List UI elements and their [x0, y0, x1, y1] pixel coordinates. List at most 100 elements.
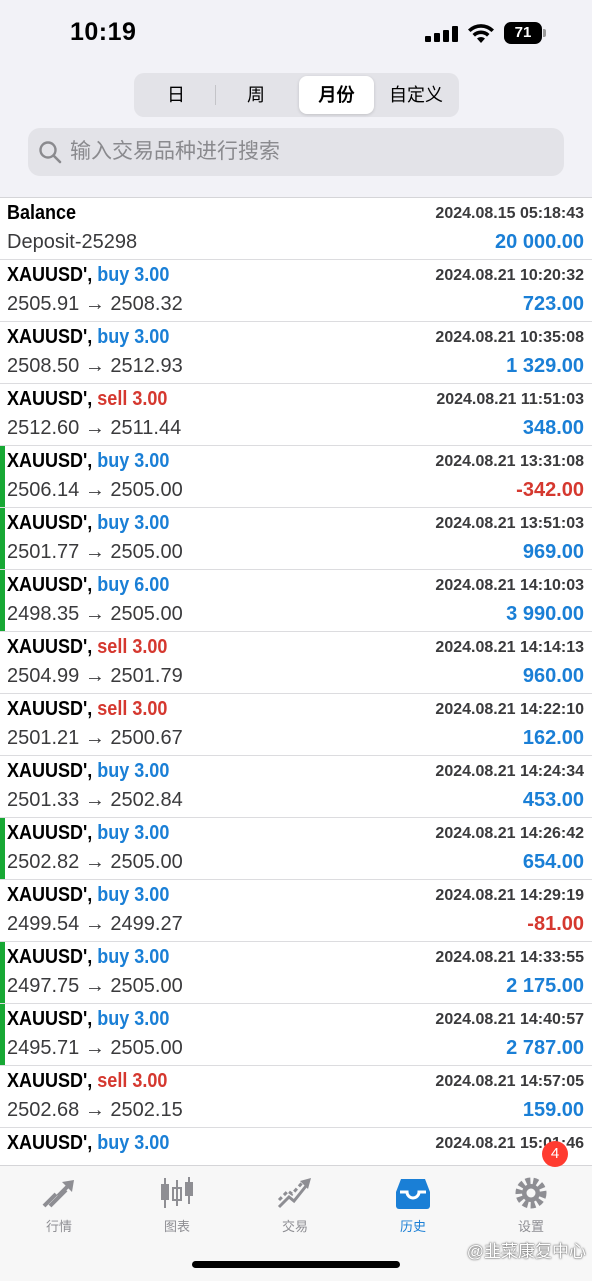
- deal-prices: 2512.60 → 2511.44: [7, 417, 182, 439]
- deal-row[interactable]: XAUUSD', buy 3.00 2502.82 → 2505.00 2024.0…: [0, 818, 592, 880]
- deal-row[interactable]: XAUUSD', buy 3.00 2505.91 → 2508.32 2024.0…: [0, 260, 592, 322]
- closed-position-marker: [0, 1004, 5, 1065]
- deal-time: 2024.08.21 13:31:08: [435, 453, 584, 470]
- deal-symbol: XAUUSD',: [7, 512, 93, 534]
- deal-symbol: XAUUSD',: [7, 822, 93, 844]
- deal-profit: 1 329.00: [506, 355, 584, 377]
- deal-symbol: XAUUSD',: [7, 388, 93, 410]
- deal-direction: buy 3.00: [97, 884, 170, 906]
- deal-profit: 453.00: [522, 789, 584, 811]
- segment-week[interactable]: 周: [216, 76, 296, 114]
- deal-time: 2024.08.21 14:10:03: [435, 577, 584, 594]
- deal-direction: sell 3.00: [97, 698, 168, 720]
- deal-direction: sell 3.00: [97, 636, 168, 658]
- deal-direction: buy 3.00: [97, 946, 170, 968]
- deal-symbol: XAUUSD',: [7, 264, 93, 286]
- deal-row[interactable]: XAUUSD', sell 3.00 2512.60 → 2511.44 2024.…: [0, 384, 592, 446]
- deal-direction: buy 6.00: [97, 574, 170, 596]
- deal-row[interactable]: XAUUSD', buy 3.00 2497.75 → 2505.00 2024.0…: [0, 942, 592, 1004]
- wifi-icon: [468, 24, 494, 43]
- deal-row[interactable]: XAUUSD', sell 3.00 2502.68 → 2502.15 2024.…: [0, 1066, 592, 1128]
- deal-row[interactable]: XAUUSD', buy 6.00 2498.35 → 2505.00 2024.0…: [0, 570, 592, 632]
- deal-time: 2024.08.21 14:33:55: [435, 949, 584, 966]
- settings-badge: 4: [542, 1141, 568, 1167]
- segment-day[interactable]: 日: [138, 76, 214, 114]
- watermark: @韭菜康复中心: [466, 1242, 586, 1261]
- deal-time: 2024.08.21 14:26:42: [435, 825, 584, 842]
- deal-row[interactable]: XAUUSD', buy 3.00 2499.54 → 2499.27 2024.0…: [0, 880, 592, 942]
- deal-symbol-line: XAUUSD', buy 3.00: [7, 264, 169, 287]
- deal-symbol: XAUUSD',: [7, 946, 93, 968]
- deal-row[interactable]: XAUUSD', buy 3.00 2501.33 → 2502.84 2024.0…: [0, 756, 592, 818]
- home-indicator: [192, 1261, 400, 1268]
- deal-symbol: XAUUSD',: [7, 760, 93, 782]
- segment-custom[interactable]: 自定义: [377, 76, 455, 114]
- tab-history[interactable]: 历史: [354, 1172, 472, 1242]
- deal-direction: buy 3.00: [97, 264, 170, 286]
- status-bar: 10:19 71: [0, 0, 592, 64]
- deal-direction: buy 3.00: [97, 822, 170, 844]
- deal-profit: 723.00: [522, 293, 584, 315]
- deal-direction: buy 3.00: [97, 1132, 170, 1154]
- deal-symbol-line: XAUUSD', buy 3.00: [7, 760, 169, 783]
- balance-row[interactable]: Balance Deposit-25298 2024.08.15 05:18:43…: [0, 198, 592, 260]
- tab-label-history: 历史: [399, 1219, 426, 1234]
- tab-quotes[interactable]: 行情: [0, 1172, 118, 1242]
- deal-symbol-line: XAUUSD', buy 3.00: [7, 512, 169, 535]
- deal-row[interactable]: XAUUSD', sell 3.00 2501.21 → 2500.67 2024.…: [0, 694, 592, 756]
- deal-profit: 159.00: [522, 1099, 584, 1121]
- history-list[interactable]: Balance Deposit-25298 2024.08.15 05:18:43…: [0, 197, 592, 1166]
- trade-icon: [277, 1178, 311, 1209]
- battery-tip: [543, 29, 546, 37]
- deal-direction: buy 3.00: [97, 326, 170, 348]
- deal-symbol: XAUUSD',: [7, 450, 93, 472]
- deal-direction: sell 3.00: [97, 388, 168, 410]
- tab-label-settings: 设置: [517, 1219, 544, 1234]
- deal-row[interactable]: XAUUSD', buy 3.00 2506.14 → 2505.00 2024.0…: [0, 446, 592, 508]
- deal-symbol: XAUUSD',: [7, 1008, 93, 1030]
- deal-symbol: XAUUSD',: [7, 698, 93, 720]
- deal-row[interactable]: XAUUSD', buy 3.00 2501.77 → 2505.00 2024.0…: [0, 508, 592, 570]
- deal-symbol: Balance: [7, 202, 77, 224]
- deal-profit: 960.00: [522, 665, 584, 687]
- deal-time: 2024.08.21 13:51:03: [435, 515, 584, 532]
- chart-icon: [161, 1177, 193, 1208]
- deal-row[interactable]: XAUUSD', buy 3.00 2508.50 → 2512.93 2024.0…: [0, 322, 592, 384]
- deal-profit: 3 990.00: [506, 603, 584, 625]
- deal-row[interactable]: XAUUSD', sell 3.00 2504.99 → 2501.79 2024.…: [0, 632, 592, 694]
- search-input[interactable]: [70, 128, 550, 176]
- deal-profit: 348.00: [522, 417, 584, 439]
- tab-settings[interactable]: 设置: [472, 1172, 590, 1242]
- tab-trade[interactable]: 交易: [236, 1172, 354, 1242]
- segment-month[interactable]: 月份: [299, 76, 374, 114]
- tab-chart[interactable]: 图表: [118, 1172, 236, 1242]
- deal-symbol-line: XAUUSD', buy 3.00: [7, 1132, 169, 1155]
- tab-label-quotes: 行情: [45, 1219, 72, 1234]
- deal-time: 2024.08.21 10:35:08: [435, 329, 584, 346]
- deal-time: 2024.08.21 11:51:03: [436, 391, 584, 408]
- deal-symbol-line: XAUUSD', buy 3.00: [7, 450, 169, 473]
- deal-profit: 654.00: [522, 851, 584, 873]
- deal-prices: 2497.75 → 2505.00: [7, 975, 183, 997]
- deal-row[interactable]: XAUUSD', buy 3.00 2024.08.21 15:01:46: [0, 1128, 592, 1166]
- deal-time: 2024.08.21 14:14:13: [435, 639, 584, 656]
- deal-symbol: XAUUSD',: [7, 326, 93, 348]
- deal-direction: sell 3.00: [97, 1070, 168, 1092]
- deal-symbol: XAUUSD',: [7, 1070, 93, 1092]
- history-icon: [396, 1179, 430, 1209]
- tab-label-trade: 交易: [281, 1219, 308, 1234]
- deal-prices: 2502.68 → 2502.15: [7, 1099, 183, 1121]
- deal-prices: 2504.99 → 2501.79: [7, 665, 183, 687]
- deal-time: 2024.08.21 14:29:19: [435, 887, 584, 904]
- deal-symbol-line: XAUUSD', buy 6.00: [7, 574, 169, 597]
- settings-icon: [515, 1177, 547, 1209]
- search-bar[interactable]: [28, 128, 564, 176]
- deal-time: 2024.08.21 14:24:34: [435, 763, 584, 780]
- status-time: 10:19: [70, 18, 137, 46]
- deal-row[interactable]: XAUUSD', buy 3.00 2495.71 → 2505.00 2024.0…: [0, 1004, 592, 1066]
- period-segmented-control: 日 周 月份 自定义: [134, 73, 459, 117]
- deal-prices: Deposit-25298: [7, 231, 138, 253]
- deal-time: 2024.08.21 14:40:57: [435, 1011, 584, 1028]
- deal-time: 2024.08.15 05:18:43: [435, 205, 584, 222]
- deal-profit: -342.00: [516, 479, 584, 501]
